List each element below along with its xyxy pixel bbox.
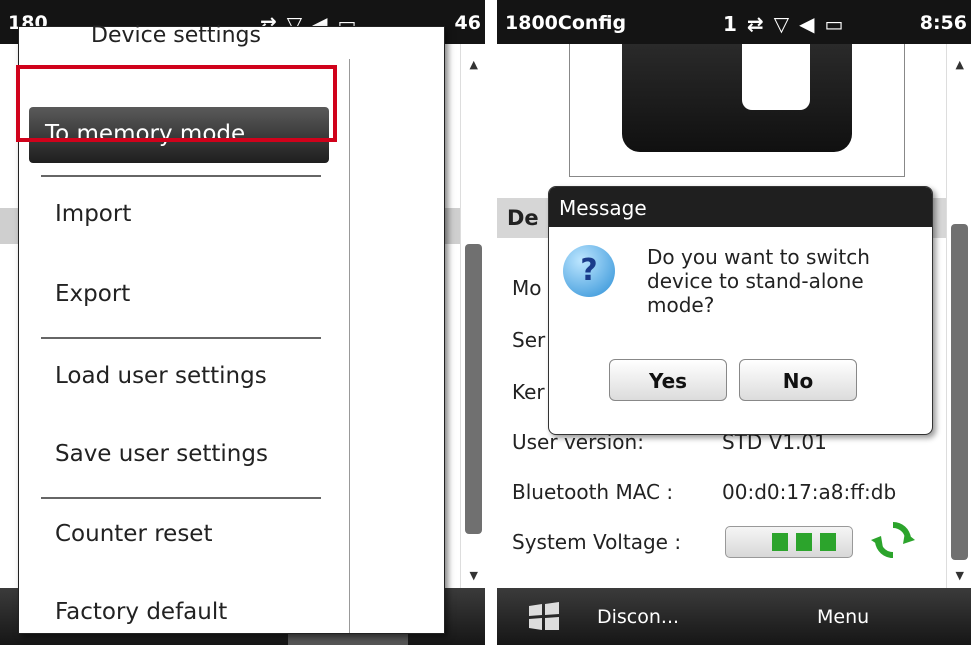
scrollbar[interactable]: ▲ ▼ xyxy=(460,44,485,588)
bluetooth-mac-value: 00:d0:17:a8:ff:db xyxy=(722,480,897,504)
scroll-down-icon[interactable]: ▼ xyxy=(956,569,964,582)
info-label: System Voltage : xyxy=(512,530,682,554)
info-label: Ser xyxy=(512,328,546,352)
scroll-thumb[interactable] xyxy=(465,244,482,534)
device-image xyxy=(569,44,905,177)
dialog-title: Message xyxy=(549,187,932,227)
signal-count: 1 xyxy=(723,12,737,36)
submenu-panel: To memory mode Import Export Load user s… xyxy=(19,59,350,633)
scroll-up-icon[interactable]: ▲ xyxy=(956,58,964,71)
menu-item-factory-default[interactable]: Factory default xyxy=(55,599,227,625)
signal-icon: ▽ xyxy=(773,12,790,36)
refresh-icon[interactable] xyxy=(869,516,917,564)
menu-item-load-user-settings[interactable]: Load user settings xyxy=(55,363,267,389)
info-label: Mo xyxy=(512,276,542,300)
right-phone-screen: 1800Config 1 ⇄ ▽ ◀ ▭ 8:56 De Mo Ser Ker … xyxy=(497,0,971,645)
left-phone-screen: 180 ⇄ ▽ ◀ ▭ 46 300 1800 ▲ ▼ enu Device s… xyxy=(0,0,485,645)
menu-item-counter-reset[interactable]: Counter reset xyxy=(55,521,212,547)
clock: 8:56 xyxy=(919,12,967,34)
info-label: Bluetooth MAC : xyxy=(512,480,674,504)
voltage-indicator xyxy=(725,526,853,558)
scroll-thumb[interactable] xyxy=(951,224,968,560)
info-label: Ker xyxy=(512,380,545,404)
battery-icon: ▭ xyxy=(824,12,844,36)
message-dialog: Message ? Do you want to switch device t… xyxy=(548,186,933,435)
selection-highlight-box xyxy=(16,65,337,142)
question-icon: ? xyxy=(563,245,615,297)
app-title: 1800Config xyxy=(505,12,627,34)
scrollbar[interactable]: ▲ ▼ xyxy=(946,44,971,588)
status-bar: 1800Config 1 ⇄ ▽ ◀ ▭ 8:56 xyxy=(497,0,971,44)
volume-icon: ◀ xyxy=(799,12,815,36)
yes-button[interactable]: Yes xyxy=(609,359,727,401)
menu-item-save-user-settings[interactable]: Save user settings xyxy=(55,441,268,467)
dialog-message: Do you want to switch device to stand-al… xyxy=(647,245,870,317)
scroll-down-icon[interactable]: ▼ xyxy=(470,569,478,582)
no-button[interactable]: No xyxy=(739,359,857,401)
scroll-up-icon[interactable]: ▲ xyxy=(470,58,478,71)
disconnect-softkey[interactable]: Discon... xyxy=(597,606,679,628)
windows-start-icon[interactable] xyxy=(527,602,561,632)
menu-item-import[interactable]: Import xyxy=(55,201,131,227)
sync-icon: ⇄ xyxy=(746,12,764,36)
menu-softkey[interactable]: Menu xyxy=(817,606,869,628)
clock: 46 xyxy=(454,12,481,34)
menu-title[interactable]: Device settings xyxy=(91,23,261,48)
menu-bar: Discon... Menu xyxy=(497,588,971,645)
scanner-image xyxy=(622,44,852,152)
menu-item-export[interactable]: Export xyxy=(55,281,130,307)
